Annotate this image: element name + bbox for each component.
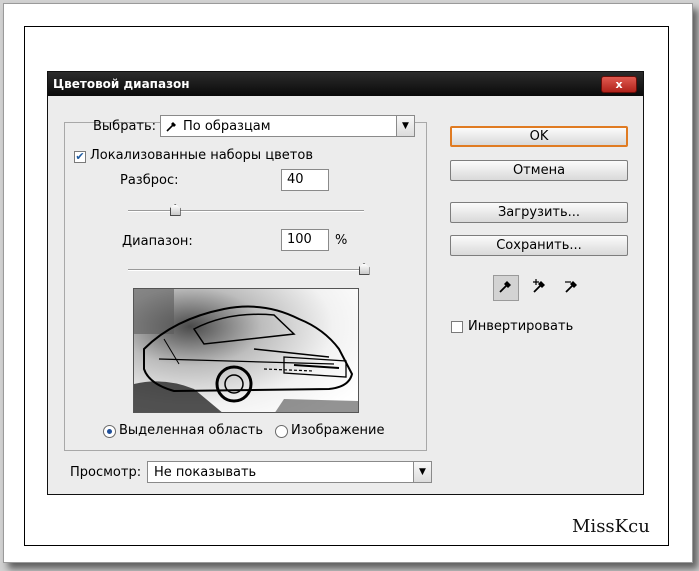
dialog-title: Цветовой диапазон — [53, 77, 190, 91]
range-input[interactable]: 100 — [281, 229, 329, 251]
select-label: Выбрать: — [93, 119, 157, 134]
preview-value: Не показывать — [154, 465, 257, 480]
range-slider-track[interactable] — [128, 269, 364, 271]
select-value: По образцам — [183, 119, 271, 134]
radio-image-label: Изображение — [291, 423, 385, 438]
fuzziness-slider-track[interactable] — [128, 210, 364, 212]
check-icon: ✔ — [75, 150, 85, 163]
chevron-down-icon: ▼ — [413, 462, 431, 482]
preview-label: Просмотр: — [70, 465, 142, 480]
eyedropper-small-icon — [165, 119, 179, 137]
select-dropdown[interactable]: По образцам ▼ — [160, 115, 415, 137]
range-unit: % — [335, 233, 348, 248]
ok-button[interactable]: OK — [450, 126, 628, 147]
radio-image[interactable] — [275, 425, 288, 438]
close-button[interactable]: x — [601, 76, 637, 93]
localized-checkbox[interactable]: ✔ — [74, 151, 86, 163]
radio-selection-label: Выделенная область — [119, 423, 264, 438]
range-label: Диапазон: — [122, 234, 193, 249]
radio-selection[interactable] — [103, 425, 116, 438]
invert-label: Инвертировать — [468, 319, 574, 334]
watermark-signature: MissKcu — [572, 516, 650, 537]
preview-dropdown[interactable]: Не показывать ▼ — [147, 461, 432, 483]
titlebar: Цветовой диапазон x — [48, 72, 643, 96]
color-range-dialog: Цветовой диапазон x Выбрать: По образцам… — [47, 71, 644, 495]
eyedropper-minus-icon — [563, 277, 581, 299]
close-icon: x — [615, 78, 623, 91]
load-button[interactable]: Загрузить... — [450, 202, 628, 223]
eyedropper-tool[interactable] — [493, 275, 519, 301]
eyedropper-minus-tool[interactable] — [559, 275, 585, 301]
mask-preview-image — [133, 288, 359, 413]
fuzziness-input[interactable]: 40 — [281, 169, 329, 191]
cancel-button[interactable]: Отмена — [450, 160, 628, 181]
localized-label: Локализованные наборы цветов — [90, 148, 313, 163]
save-button[interactable]: Сохранить... — [450, 235, 628, 256]
eyedropper-plus-icon — [531, 277, 549, 299]
invert-checkbox[interactable] — [451, 321, 463, 333]
eyedropper-plus-tool[interactable] — [527, 275, 553, 301]
fuzziness-label: Разброс: — [120, 173, 179, 188]
eyedropper-icon — [497, 277, 515, 299]
chevron-down-icon: ▼ — [396, 116, 414, 136]
